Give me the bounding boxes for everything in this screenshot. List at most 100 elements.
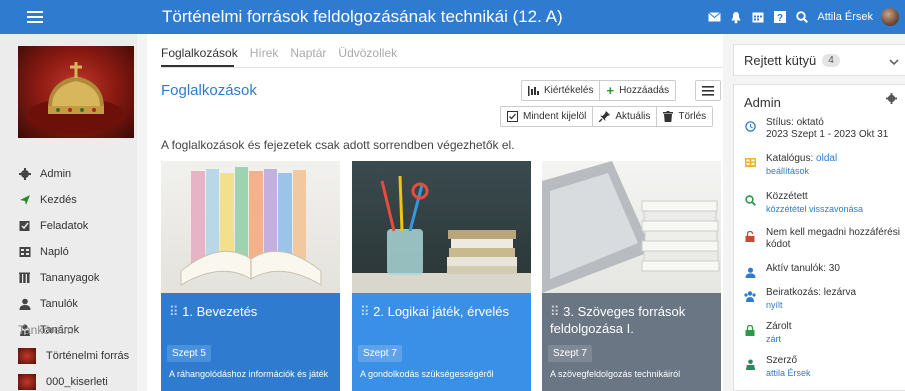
sidebar-course-label: Történelmi forrás bbox=[46, 350, 130, 362]
card-image-books bbox=[161, 161, 340, 293]
list-view-button[interactable] bbox=[695, 80, 721, 101]
admin-row-catalog[interactable]: Katalógus: oldal beállítások bbox=[734, 153, 905, 181]
bell-icon[interactable] bbox=[729, 10, 743, 24]
evaluate-label: Kiértékelés bbox=[544, 85, 594, 96]
current-button[interactable]: Aktuális bbox=[593, 107, 658, 126]
calendar-icon[interactable] bbox=[751, 10, 765, 24]
catalog-icon bbox=[744, 156, 756, 168]
card-title-text: 2. Logikai játék, érvelés bbox=[373, 304, 509, 319]
admin-row-style[interactable]: Stílus: oktató 2023 Szept 1 - 2023 Okt 3… bbox=[734, 117, 905, 145]
hidden-widgets-dropdown[interactable]: Rejtett kütyü 4 bbox=[733, 44, 905, 76]
access-code-text: Nem kell megadni hozzáférési kódot bbox=[766, 227, 900, 250]
checkbox-icon bbox=[507, 111, 518, 122]
clock-icon bbox=[744, 120, 756, 132]
user-name[interactable]: Attila Érsek bbox=[817, 11, 873, 23]
unpublish-link[interactable]: közzététel visszavonása bbox=[766, 203, 902, 215]
hidden-widgets-count: 4 bbox=[822, 53, 840, 67]
search-icon[interactable] bbox=[795, 10, 809, 24]
author-icon bbox=[744, 358, 756, 370]
selection-button-group: Mindent kijelöl Aktuális Törlés bbox=[500, 106, 714, 127]
admin-row-access[interactable]: Nem kell megadni hozzáférési kódot bbox=[734, 227, 905, 255]
catalog-prefix: Katalógus: bbox=[766, 153, 814, 164]
delete-label: Törlés bbox=[678, 111, 707, 122]
published-text: Közzétett bbox=[766, 191, 808, 202]
lock-icon bbox=[744, 324, 756, 336]
sidebar-section-title: Tanköreim bbox=[18, 323, 74, 337]
lesson-card-2[interactable]: ⠿ 2. Logikai játék, érvelés Szept 7 A go… bbox=[352, 161, 531, 391]
tab-hirek[interactable]: Hírek bbox=[250, 46, 279, 66]
main-content: Foglalkozások Hírek Naptár Üdvözollek Fo… bbox=[147, 34, 723, 391]
drag-handle-icon[interactable]: ⠿ bbox=[360, 304, 373, 319]
catalog-settings-link[interactable]: beállítások bbox=[766, 165, 902, 177]
closed-link[interactable]: zárt bbox=[766, 333, 902, 345]
hidden-widgets-label: Rejtett kütyü bbox=[744, 52, 817, 68]
gear-icon bbox=[18, 168, 32, 180]
course-thumbnail bbox=[18, 348, 36, 364]
lesson-card-3[interactable]: ⠿ 3. Szöveges források feldolgozása I. S… bbox=[542, 161, 721, 391]
sidebar-course-item[interactable]: Történelmi forrás bbox=[0, 344, 137, 368]
sidebar-item-label: Kezdés bbox=[40, 194, 77, 206]
catalog-link[interactable]: oldal bbox=[816, 153, 837, 164]
tab-udvozollek[interactable]: Üdvözollek bbox=[338, 46, 397, 66]
lesson-card-1[interactable]: ⠿ 1. Bevezetés Szept 5 A ráhangolódáshoz… bbox=[161, 161, 340, 391]
edit-icon bbox=[18, 220, 32, 232]
delete-button[interactable]: Törlés bbox=[657, 107, 712, 126]
author-link[interactable]: attila Érsek bbox=[766, 367, 902, 379]
admin-row-author[interactable]: Szerző attila Érsek bbox=[734, 355, 905, 383]
card-body: ⠿ 3. Szöveges források feldolgozása I. S… bbox=[542, 293, 721, 391]
admin-row-active[interactable]: Aktív tanulók: 30 bbox=[734, 263, 905, 279]
sidebar-course-label: 000_kiserleti bbox=[46, 376, 108, 388]
style-dates: 2023 Szept 1 - 2023 Okt 31 bbox=[766, 129, 889, 140]
card-date-badge: Szept 5 bbox=[167, 345, 211, 362]
card-title: ⠿ 1. Bevezetés bbox=[169, 303, 334, 320]
user-avatar[interactable] bbox=[881, 8, 899, 26]
drag-handle-icon[interactable]: ⠿ bbox=[169, 304, 182, 319]
locked-text: Zárolt bbox=[766, 321, 792, 332]
order-notice: A foglalkozások és fejezetek csak adott … bbox=[161, 138, 515, 152]
tab-bar: Foglalkozások Hírek Naptár Üdvözollek bbox=[161, 46, 397, 66]
course-thumbnail bbox=[18, 374, 36, 390]
sidebar-nav: Admin Kezdés Feladatok Napló Tananyagok bbox=[0, 161, 137, 343]
mail-icon[interactable] bbox=[707, 10, 721, 24]
gradebook-icon bbox=[18, 246, 32, 258]
card-date-badge: Szept 7 bbox=[548, 345, 592, 362]
sidebar-item-tanulok[interactable]: Tanulók bbox=[0, 291, 137, 317]
top-toolbar: ? Attila Érsek bbox=[707, 0, 905, 34]
card-image-supplies bbox=[352, 161, 531, 293]
admin-row-published[interactable]: Közzétett közzététel visszavonása bbox=[734, 191, 905, 219]
add-button[interactable]: + Hozzáadás bbox=[600, 81, 675, 100]
svg-text:?: ? bbox=[777, 13, 783, 23]
help-icon[interactable]: ? bbox=[773, 10, 787, 24]
user-icon bbox=[744, 266, 756, 278]
admin-row-locked[interactable]: Zárolt zárt bbox=[734, 321, 905, 349]
search-icon bbox=[744, 194, 756, 206]
evaluate-button[interactable]: Kiértékelés bbox=[522, 81, 601, 100]
current-label: Aktuális bbox=[615, 111, 651, 122]
sidebar-item-kezdes[interactable]: Kezdés bbox=[0, 187, 137, 213]
course-image bbox=[18, 46, 134, 138]
pin-icon bbox=[599, 111, 611, 122]
hamburger-icon bbox=[27, 11, 43, 23]
sidebar-item-feladatok[interactable]: Feladatok bbox=[0, 213, 137, 239]
drag-handle-icon[interactable]: ⠿ bbox=[550, 304, 563, 319]
card-title-text: 1. Bevezetés bbox=[182, 304, 258, 319]
active-tab-indicator bbox=[161, 65, 234, 67]
sidebar-course-item[interactable]: 000_kiserleti bbox=[0, 370, 137, 391]
gear-icon[interactable] bbox=[886, 93, 897, 107]
hamburger-menu-button[interactable] bbox=[0, 0, 70, 34]
admin-panel-title: Admin bbox=[744, 95, 781, 110]
sidebar-item-tananyagok[interactable]: Tananyagok bbox=[0, 265, 137, 291]
sidebar-item-naplo[interactable]: Napló bbox=[0, 239, 137, 265]
tab-foglalkozasok[interactable]: Foglalkozások bbox=[161, 46, 238, 66]
sidebar-item-admin[interactable]: Admin bbox=[0, 161, 137, 187]
tab-naptar[interactable]: Naptár bbox=[290, 46, 326, 66]
select-all-button[interactable]: Mindent kijelöl bbox=[501, 107, 594, 126]
active-students-text: Aktív tanulók: 30 bbox=[766, 263, 840, 274]
user-icon bbox=[18, 298, 32, 310]
card-title: ⠿ 2. Logikai játék, érvelés bbox=[360, 303, 525, 320]
action-button-group: Kiértékelés + Hozzáadás bbox=[521, 80, 677, 101]
enrollment-open-link[interactable]: nyílt bbox=[766, 299, 902, 311]
admin-row-enroll[interactable]: Beiratkozás: lezárva nyílt bbox=[734, 287, 905, 315]
sidebar-item-label: Napló bbox=[40, 246, 69, 258]
author-label: Szerző bbox=[766, 355, 798, 366]
